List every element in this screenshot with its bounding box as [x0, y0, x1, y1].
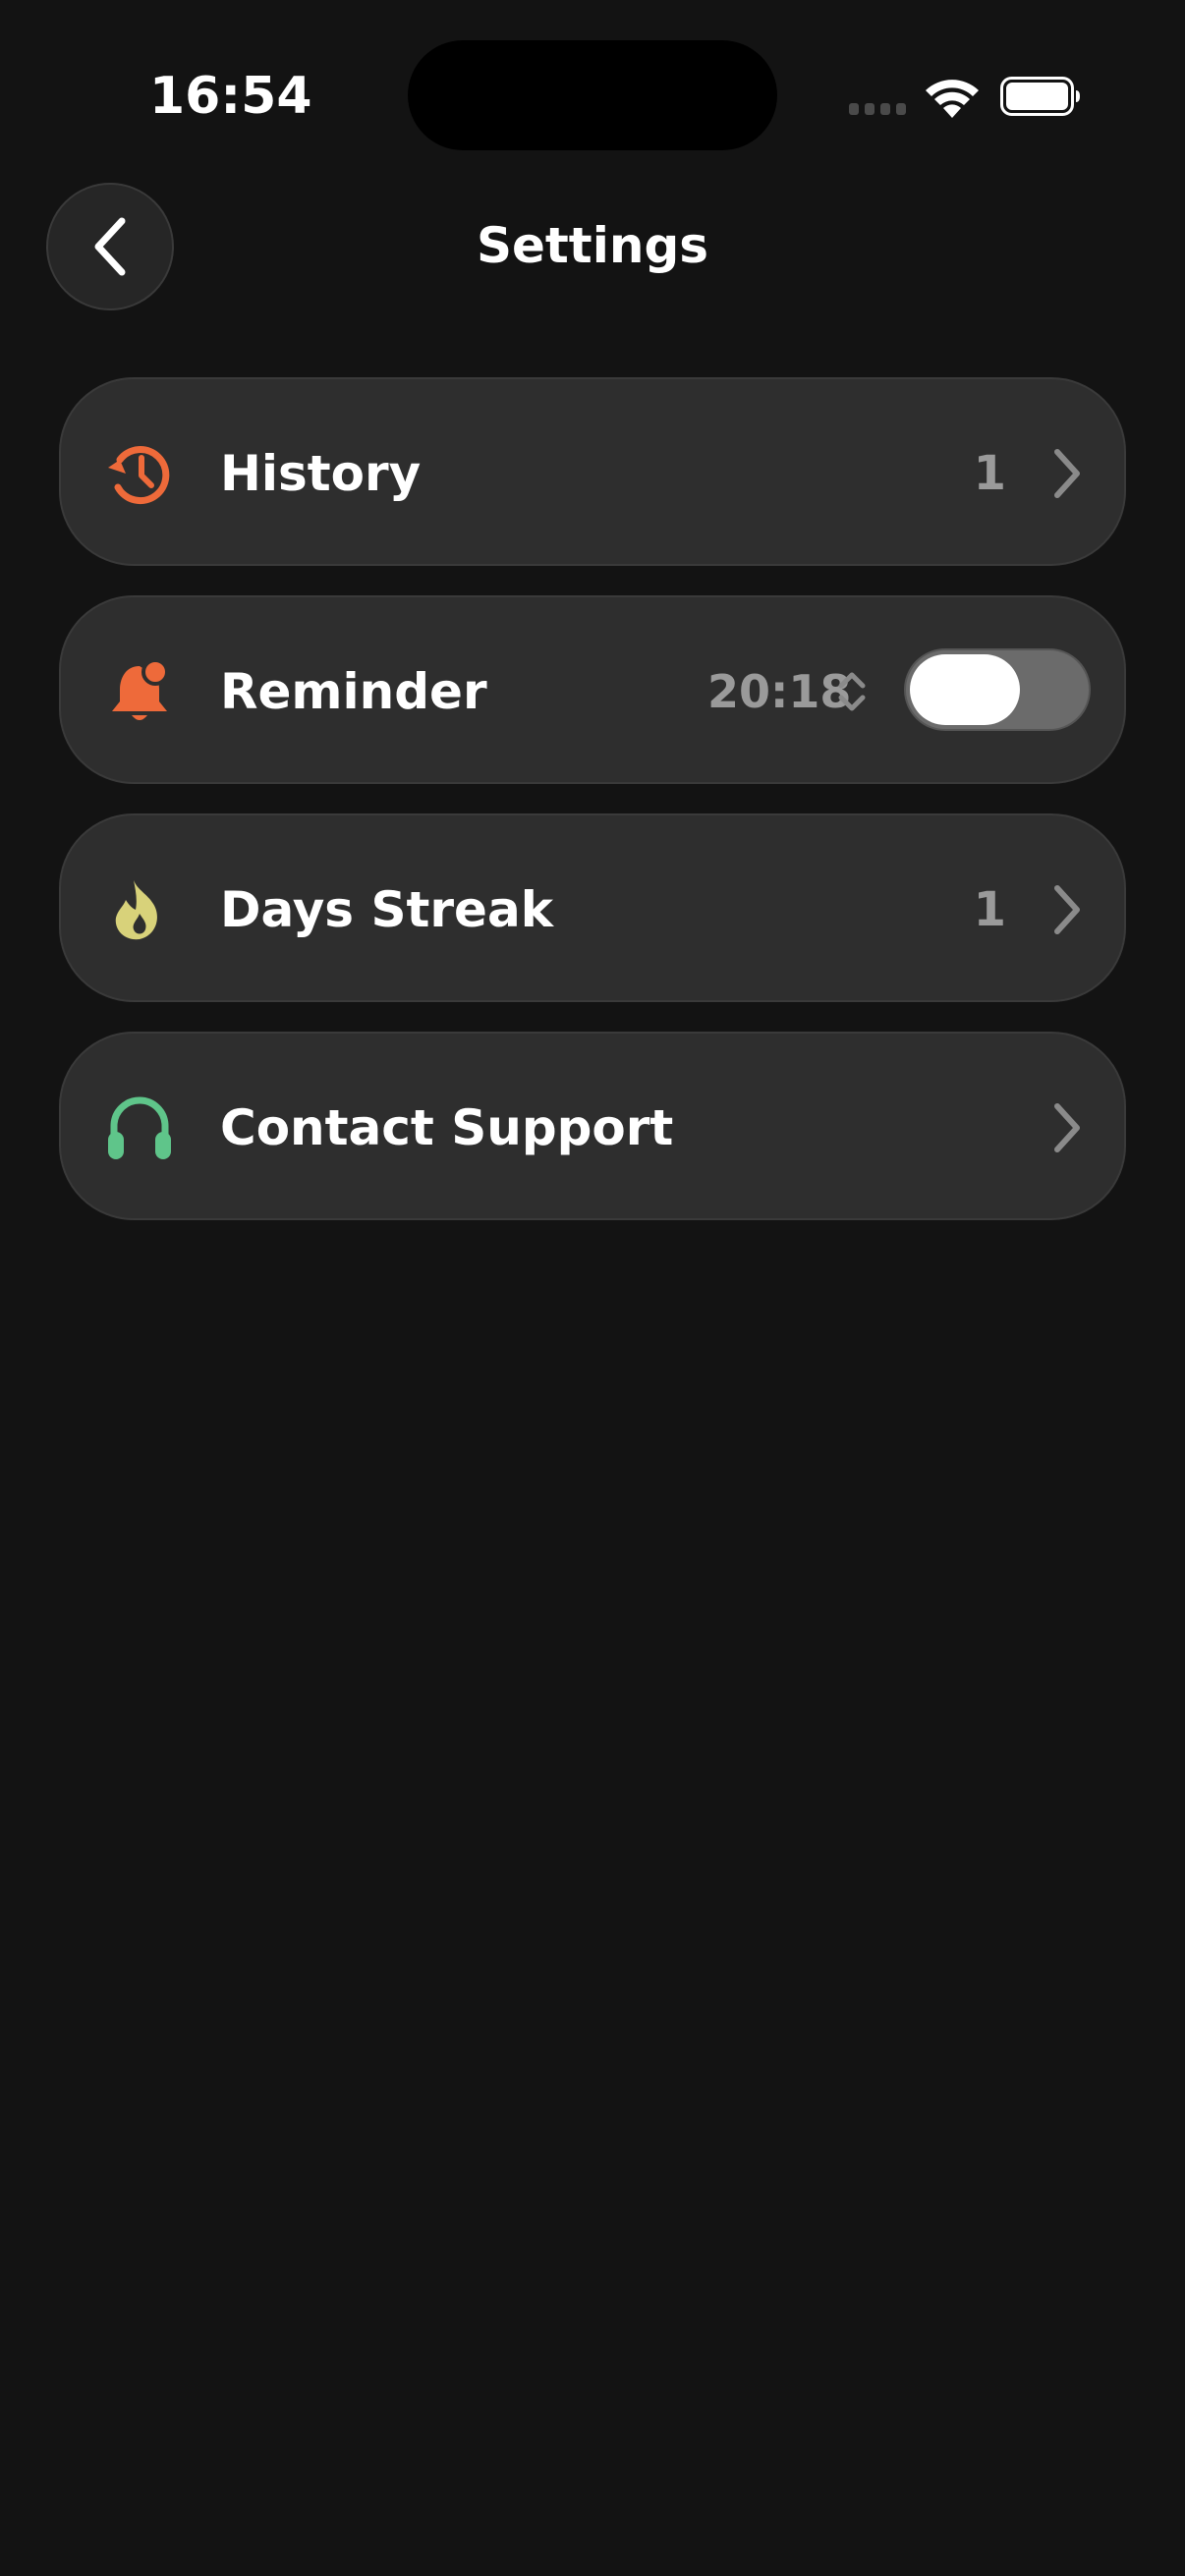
history-label: History: [220, 445, 422, 502]
days-streak-row[interactable]: Days Streak 1: [59, 813, 1126, 1002]
chevron-right-icon: [1054, 449, 1080, 498]
wifi-icon: [926, 80, 979, 118]
days-streak-label: Days Streak: [220, 881, 553, 938]
contact-support-row[interactable]: Contact Support: [59, 1032, 1126, 1220]
battery-icon: [1000, 77, 1080, 116]
contact-support-label: Contact Support: [220, 1099, 674, 1156]
cellular-signal-icon: [849, 103, 906, 115]
history-icon: [108, 446, 170, 505]
headphones-icon: [108, 1096, 171, 1159]
page-title: Settings: [476, 217, 708, 274]
reminder-row: Reminder 20:18: [59, 595, 1126, 784]
reminder-label: Reminder: [220, 663, 487, 720]
chevron-right-icon: [1054, 1103, 1080, 1152]
reminder-toggle[interactable]: [904, 648, 1091, 731]
days-streak-count: 1: [973, 882, 1006, 937]
bell-icon: [112, 658, 169, 720]
chevron-right-icon: [1054, 885, 1080, 934]
history-count: 1: [973, 446, 1006, 501]
flame-icon: [115, 880, 157, 940]
chevron-up-down-icon[interactable]: [835, 668, 869, 715]
status-time: 16:54: [149, 67, 312, 126]
history-row[interactable]: History 1: [59, 377, 1126, 566]
dynamic-island: [408, 40, 777, 150]
toggle-knob: [910, 654, 1020, 725]
reminder-time-picker[interactable]: 20:18: [707, 656, 851, 727]
